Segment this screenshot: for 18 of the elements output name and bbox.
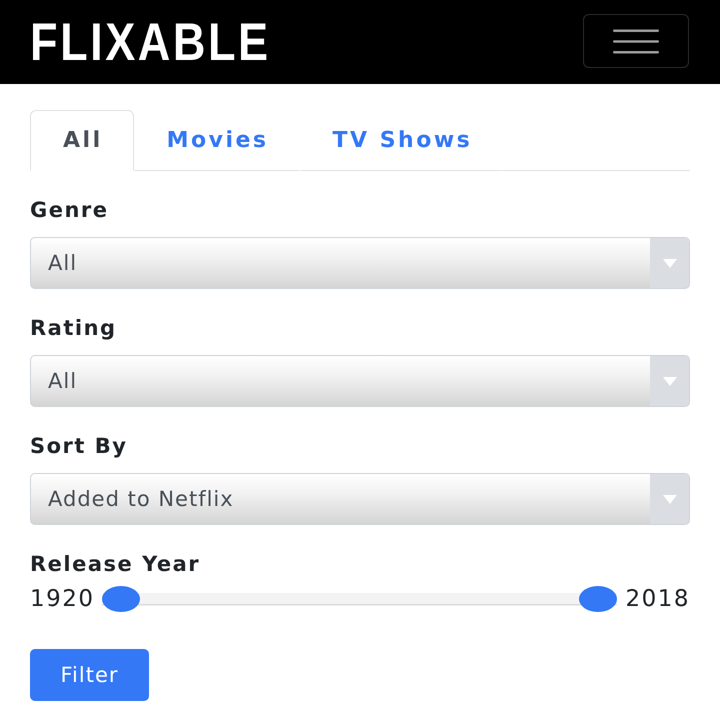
filter-button[interactable]: Filter xyxy=(30,649,149,701)
slider-thumb[interactable] xyxy=(579,586,618,612)
max-year-label: 2018 xyxy=(625,585,690,613)
slider-thumb[interactable] xyxy=(102,586,140,612)
menu-button[interactable] xyxy=(583,14,689,68)
field-label: Sort By xyxy=(30,433,128,459)
dropdown-field[interactable]: All xyxy=(30,237,690,289)
tab[interactable]: Movies xyxy=(134,110,300,171)
dropdown-field[interactable]: All xyxy=(30,355,690,407)
min-year-label: 1920 xyxy=(30,585,95,613)
field-label: Rating xyxy=(30,315,117,341)
menu-icon xyxy=(613,28,659,54)
field-label: Release Year xyxy=(30,551,200,577)
tab[interactable]: TV Shows xyxy=(300,110,504,171)
tab[interactable]: All xyxy=(30,110,134,171)
site-logo[interactable]: FLIXABLE xyxy=(30,16,271,68)
dropdown-field[interactable]: Added to Netflix xyxy=(30,473,690,525)
field-label: Genre xyxy=(30,197,109,223)
